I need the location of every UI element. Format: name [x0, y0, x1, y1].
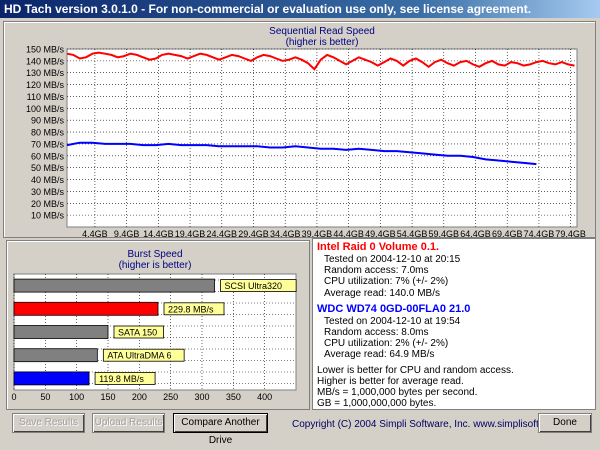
- drive2-average-read: Average read: 64.9 MB/s: [324, 349, 435, 361]
- burst-x-tick-label: 400: [257, 392, 272, 402]
- note-line: GB = 1,000,000,000 bytes.: [317, 398, 437, 410]
- burst-bar: [13, 325, 109, 339]
- burst-x-tick-label: 200: [132, 392, 147, 402]
- burst-x-tick-label: 250: [163, 392, 178, 402]
- drive1-name: Intel Raid 0 Volume 0.1.: [317, 241, 440, 253]
- drive1-cpu-utilization: CPU utilization: 7% (+/- 2%): [324, 276, 449, 288]
- drive2-random-access: Random access: 8.0ms: [324, 327, 429, 339]
- drive1-random-access: Random access: 7.0ms: [324, 265, 429, 277]
- done-button[interactable]: Done: [538, 413, 592, 433]
- results-info-panel: Intel Raid 0 Volume 0.1. Tested on 2004-…: [312, 238, 596, 410]
- burst-bar-label: SCSI Ultra320: [225, 281, 283, 291]
- burst-x-tick-label: 150: [100, 392, 115, 402]
- burst-bar: [13, 301, 159, 316]
- burst-x-tick-label: 0: [11, 392, 16, 402]
- burst-bar-label: ATA UltraDMA 6: [107, 351, 171, 361]
- note-line: MB/s = 1,000,000 bytes per second.: [317, 387, 478, 399]
- burst-bar-label: 229.8 MB/s: [168, 304, 214, 314]
- burst-x-tick-label: 50: [40, 392, 50, 402]
- upload-results-button[interactable]: Upload Results: [92, 413, 165, 433]
- save-results-button[interactable]: Save Results: [12, 413, 85, 433]
- compare-another-drive-button[interactable]: Compare Another Drive: [173, 413, 268, 446]
- burst-bar: [13, 371, 90, 386]
- burst-bar-label: 119.8 MB/s: [99, 374, 144, 384]
- burst-x-tick-label: 100: [69, 392, 84, 402]
- burst-x-tick-label: 300: [194, 392, 209, 402]
- note-line: Higher is better for average read.: [317, 375, 464, 387]
- burst-chart-title: Burst Speed: [127, 249, 182, 260]
- drive2-name: WDC WD74 0GD-00FLA0 21.0: [317, 302, 471, 315]
- drive1-average-read: Average read: 140.0 MB/s: [324, 287, 440, 299]
- drive1-tested: Tested on 2004-12-10 at 20:15: [324, 254, 461, 265]
- drive2-cpu-utilization: CPU utilization: 2% (+/- 2%): [324, 338, 449, 350]
- burst-bar: [13, 348, 98, 363]
- burst-bar: [13, 278, 215, 293]
- burst-chart-subtitle: (higher is better): [119, 260, 192, 271]
- note-line: Lower is better for CPU and random acces…: [317, 364, 514, 376]
- burst-x-tick-label: 350: [226, 392, 241, 402]
- copyright-notice: Copyright (C) 2004 Simpli Software, Inc.: [292, 419, 471, 430]
- drive2-tested: Tested on 2004-12-10 at 19:54: [324, 315, 461, 327]
- burst-bar-label: SATA 150: [118, 328, 157, 338]
